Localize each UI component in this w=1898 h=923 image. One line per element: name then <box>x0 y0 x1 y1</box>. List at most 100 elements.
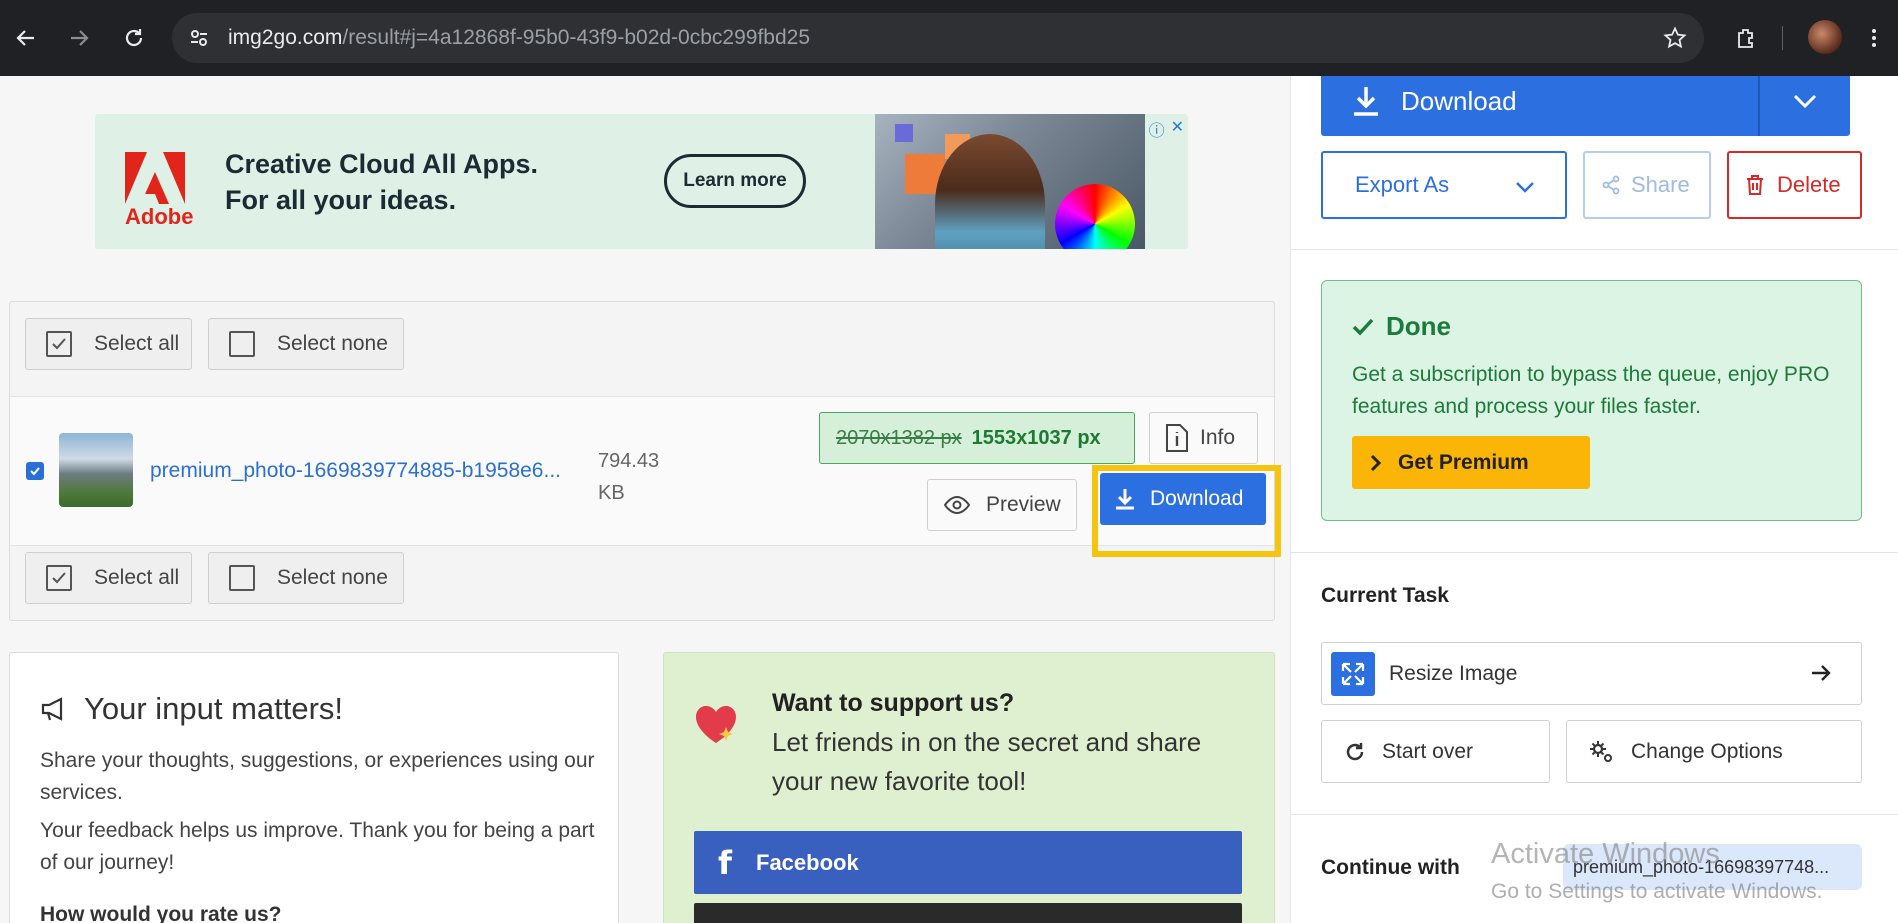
download-label: Download <box>1150 487 1244 510</box>
empty-box-icon <box>229 331 255 357</box>
task-name: Resize Image <box>1389 661 1518 685</box>
delete-label: Delete <box>1777 172 1841 197</box>
checkmark-icon <box>1352 318 1374 336</box>
main-content: Adobe Creative Cloud All Apps. For all y… <box>0 76 1290 923</box>
trash-icon <box>1747 175 1763 195</box>
ad-headline: Creative Cloud All Apps. For all your id… <box>225 149 539 215</box>
change-options-label: Change Options <box>1631 739 1783 763</box>
facebook-label: Facebook <box>756 849 859 875</box>
megaphone-icon <box>41 697 63 721</box>
checked-box-icon <box>46 565 72 591</box>
arrow-right-icon <box>1812 665 1831 681</box>
select-all-label: Select all <box>94 566 180 589</box>
current-task-item[interactable]: Resize Image <box>1321 642 1862 705</box>
continue-with-heading: Continue with <box>1321 856 1460 879</box>
done-title: Done <box>1352 311 1451 342</box>
ad-info-icon[interactable]: ⓘ <box>1149 117 1165 141</box>
ad-brand: Adobe <box>125 204 194 229</box>
dimensions-badge: 2070x1382 px 1553x1037 px <box>819 412 1135 464</box>
rate-us-heading: How would you rate us? <box>40 903 282 923</box>
feedback-card: Your input matters! Share your thoughts,… <box>9 652 619 923</box>
file-list-panel: Select all Select none premium_photo-166… <box>9 301 1281 621</box>
download-icon <box>1116 489 1134 510</box>
file-thumbnail <box>59 433 133 507</box>
change-options-button[interactable]: Change Options <box>1566 720 1862 783</box>
menu-kebab-icon[interactable] <box>1856 20 1892 56</box>
empty-box-icon <box>229 565 255 591</box>
get-premium-button[interactable]: Get Premium <box>1352 436 1590 489</box>
extensions-icon[interactable] <box>1728 20 1764 56</box>
download-icon <box>1354 87 1378 116</box>
eye-icon <box>944 496 970 514</box>
site-info-icon[interactable] <box>184 23 214 53</box>
adobe-ad-banner[interactable]: Adobe Creative Cloud All Apps. For all y… <box>95 114 1188 249</box>
checked-box-icon <box>46 331 72 357</box>
facebook-icon: f <box>718 843 732 882</box>
address-bar[interactable]: img2go.com/result#j=4a12868f-95b0-43f9-b… <box>172 13 1704 63</box>
file-name-link[interactable]: premium_photo-1669839774885-b1958e6... <box>150 459 561 483</box>
feedback-title: Your input matters! <box>40 691 343 727</box>
ad-photo <box>875 114 1145 249</box>
done-message: Get a subscription to bypass the queue, … <box>1352 363 1830 418</box>
chevron-right-icon <box>1370 454 1382 471</box>
export-as-label: Export As <box>1355 172 1450 197</box>
select-none-button-top[interactable]: Select none <box>208 318 404 370</box>
heart-sparkle-icon <box>696 706 736 743</box>
facebook-share-button[interactable]: f Facebook <box>694 831 1242 894</box>
gears-icon <box>1590 740 1612 762</box>
next-share-button[interactable] <box>694 903 1242 923</box>
ad-close-controls[interactable]: ⓘ ✕ <box>1149 117 1184 141</box>
bookmark-star-icon[interactable] <box>1660 23 1690 53</box>
url-text: img2go.com/result#j=4a12868f-95b0-43f9-b… <box>228 26 810 49</box>
info-label: Info <box>1200 426 1236 449</box>
select-all-button-top[interactable]: Select all <box>25 318 192 370</box>
support-text: Let friends in on the secret and share y… <box>772 727 1202 796</box>
start-over-button[interactable]: Start over <box>1321 720 1550 783</box>
ad-close-icon[interactable]: ✕ <box>1171 117 1184 141</box>
file-row-checkbox[interactable] <box>26 462 44 480</box>
feedback-paragraph-1: Share your thoughts, suggestions, or exp… <box>40 749 595 804</box>
file-size: 794.43 KB <box>598 450 660 504</box>
main-download-label: Download <box>1401 85 1517 116</box>
chevron-down-icon <box>1516 182 1534 193</box>
profile-avatar[interactable] <box>1808 20 1842 54</box>
share-icon <box>1602 175 1620 195</box>
windows-activation-subtext: Go to Settings to activate Windows. <box>1491 880 1823 903</box>
info-button[interactable]: Info <box>1149 412 1258 464</box>
chevron-down-icon <box>1793 94 1817 108</box>
preview-button[interactable]: Preview <box>927 479 1077 531</box>
delete-button[interactable]: Delete <box>1727 151 1862 219</box>
back-icon[interactable] <box>8 20 44 56</box>
support-heading: Want to support us? <box>772 689 1015 717</box>
select-all-button-bottom[interactable]: Select all <box>25 552 192 604</box>
sidebar-divider <box>1291 814 1898 815</box>
share-button[interactable]: Share <box>1583 151 1711 219</box>
get-premium-label: Get Premium <box>1398 450 1529 474</box>
download-options-dropdown[interactable] <box>1758 76 1850 136</box>
main-download-button[interactable]: Download <box>1321 76 1758 136</box>
export-as-dropdown[interactable]: Export As <box>1321 151 1567 219</box>
ad-learn-more-button[interactable]: Learn more <box>664 154 806 208</box>
forward-icon[interactable] <box>61 20 97 56</box>
select-none-button-bottom[interactable]: Select none <box>208 552 404 604</box>
feedback-paragraph-2: Your feedback helps us improve. Thank yo… <box>40 819 595 874</box>
support-card: Want to support us? Let friends in on th… <box>663 652 1275 923</box>
original-dimensions: 2070x1382 px <box>836 426 962 449</box>
done-status-box: Done Get a subscription to bypass the qu… <box>1321 280 1862 521</box>
sidebar-divider <box>1291 249 1898 250</box>
select-all-label: Select all <box>94 332 180 355</box>
toolbar-divider <box>1782 26 1783 50</box>
current-task-heading: Current Task <box>1321 584 1449 607</box>
new-dimensions: 1553x1037 px <box>971 426 1101 449</box>
select-none-label: Select none <box>277 566 388 589</box>
info-file-icon <box>1166 424 1188 452</box>
select-none-label: Select none <box>277 332 388 355</box>
start-over-label: Start over <box>1382 739 1474 763</box>
sidebar-divider <box>1291 552 1898 553</box>
sidebar: Download Export As Share Delete Done Get… <box>1290 76 1898 923</box>
resize-icon <box>1331 651 1375 696</box>
reload-icon[interactable] <box>116 20 152 56</box>
file-download-button[interactable]: Download <box>1100 473 1266 525</box>
windows-activation-watermark: Activate Windows <box>1491 838 1720 870</box>
file-row: premium_photo-1669839774885-b1958e6... 7… <box>10 396 1281 557</box>
